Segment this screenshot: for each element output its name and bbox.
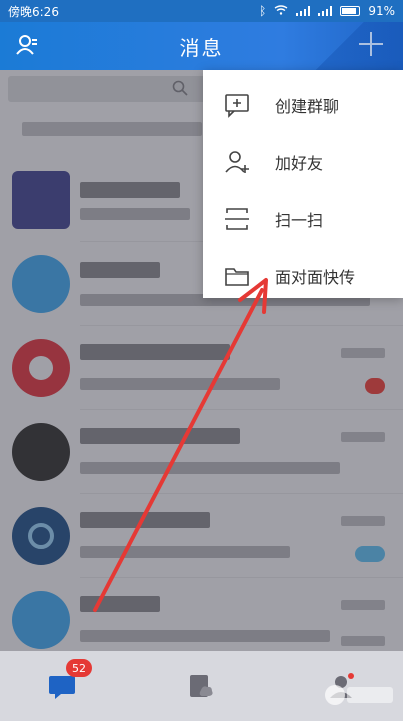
menu-item-label: 扫一扫 — [275, 210, 324, 230]
message-badge: 52 — [66, 659, 92, 677]
menu-item-create-group[interactable]: 创建群聊 — [203, 76, 403, 133]
status-bar: 傍晚6:26 ᛒ 91% — [0, 0, 403, 22]
menu-item-label: 加好友 — [275, 153, 324, 173]
menu-item-scan[interactable]: 扫一扫 — [203, 190, 403, 247]
folder-icon — [225, 267, 249, 286]
status-indicators: ᛒ 91% — [259, 4, 395, 18]
add-menu-popup: 创建群聊 加好友 扫一扫 面对面快传 — [203, 70, 403, 298]
add-friend-icon — [225, 150, 249, 173]
baidu-watermark-logo — [325, 685, 393, 705]
scan-icon — [225, 207, 249, 230]
header-decoration — [283, 22, 403, 70]
tab-messages[interactable]: 52 — [32, 659, 92, 711]
group-chat-icon — [225, 93, 249, 118]
wifi-icon — [274, 4, 288, 18]
menu-item-label: 面对面快传 — [275, 267, 356, 287]
status-time: 傍晚6:26 — [8, 4, 59, 19]
battery-percent: 91% — [368, 4, 395, 18]
tab-workbench[interactable] — [171, 661, 231, 711]
battery-icon — [340, 6, 361, 16]
menu-item-face-to-face-transfer[interactable]: 面对面快传 — [203, 247, 403, 304]
signal-icon — [296, 6, 311, 16]
workbench-icon — [190, 675, 213, 697]
bluetooth-icon: ᛒ — [259, 4, 267, 18]
menu-item-label: 创建群聊 — [275, 96, 340, 116]
menu-item-add-friend[interactable]: 加好友 — [203, 133, 403, 190]
signal-icon-2 — [318, 6, 333, 16]
